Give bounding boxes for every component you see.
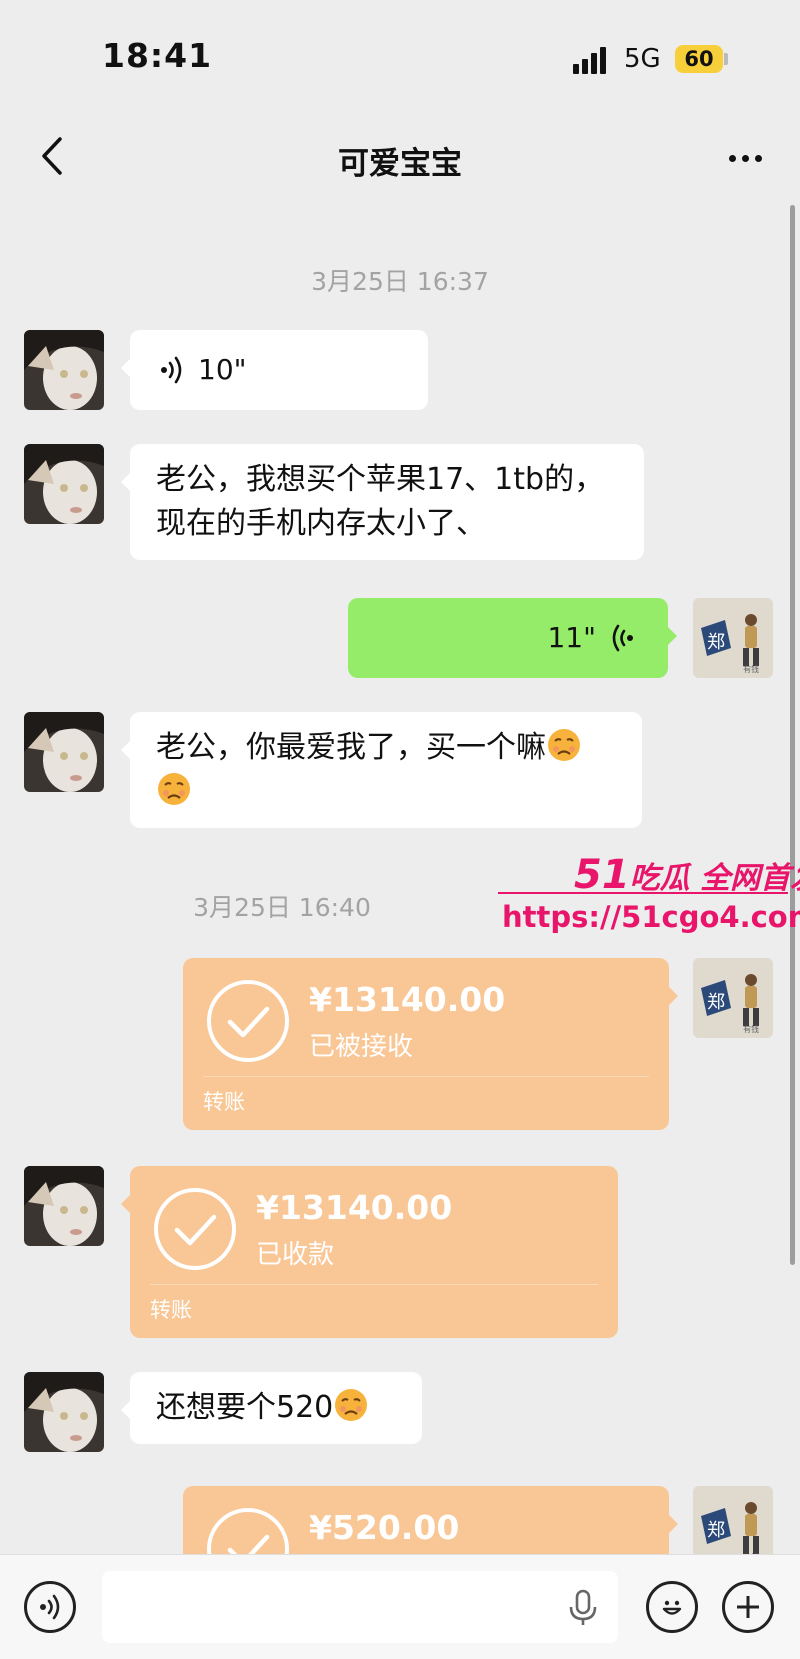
plus-icon [737,1596,759,1618]
svg-text:郑: 郑 [707,1520,725,1541]
text-message[interactable]: 老公，你最爱我了，买一个嘛 [121,712,642,828]
watermark-line [498,892,788,894]
mic-icon[interactable] [568,1589,598,1627]
my-avatar[interactable]: 郑有钱 [693,958,773,1038]
voice-duration: 10" [198,353,247,386]
transfer-amount: ¥13140.00 [256,1188,453,1227]
chat-title: 可爱宝宝 [338,146,462,182]
my-voice-message[interactable]: 11" [348,598,677,678]
my-avatar[interactable]: 郑有钱 [693,598,773,678]
transfer-status: 已收款 [256,1240,335,1270]
message-line: 现在的手机内存太小了、 [156,506,486,541]
voice-input-button[interactable] [24,1581,76,1633]
timestamp: 3月25日 16:37 [311,267,489,296]
divider [150,1284,598,1285]
transfer-card[interactable]: ¥13140.00 已被接收 转账 [183,958,678,1130]
transfer-amount: ¥520.00 [309,1508,460,1547]
friend-avatar[interactable] [24,712,104,792]
transfer-amount: ¥13140.00 [309,980,506,1019]
voice-duration: 11" [547,621,596,654]
status-time: 18:41 [102,36,213,75]
message-line: 还想要个520 [156,1390,334,1425]
pleading-face-emoji-icon [158,773,190,805]
friend-avatar[interactable] [24,1166,104,1246]
status-bar: 18:41 5G 60 [0,0,800,110]
message-input[interactable] [102,1571,618,1643]
plus-button[interactable] [722,1581,774,1633]
text-message[interactable]: 还想要个520 [121,1372,422,1444]
friend-avatar[interactable] [24,444,104,524]
more-dots-icon[interactable] [720,138,770,178]
voice-message[interactable]: 10" [121,330,428,410]
svg-text:有钱: 有钱 [743,1024,759,1034]
scrollbar[interactable] [790,205,795,1265]
emoji-icon [662,1600,682,1615]
svg-text:有钱: 有钱 [743,664,759,674]
friend-avatar[interactable] [24,1372,104,1452]
check-circle-icon [207,980,289,1062]
watermark: 51吃瓜 全网首发 https://51cgo4.com [496,852,800,952]
friend-avatar[interactable] [24,330,104,410]
transfer-label: 转账 [150,1298,192,1322]
emoji-button[interactable] [646,1581,698,1633]
battery-icon: 60 [675,45,723,73]
transfer-card[interactable]: ¥13140.00 已收款 转账 [121,1166,618,1338]
watermark-text: 吃瓜 全网首发 [629,861,800,896]
transfer-label: 转账 [203,1090,245,1114]
pleading-face-emoji-icon [548,729,580,761]
message-line: 老公，我想买个苹果17、1tb的， [156,462,605,497]
svg-text:郑: 郑 [707,632,725,653]
text-message[interactable]: 老公，我想买个苹果17、1tb的， 现在的手机内存太小了、 [121,444,644,560]
battery-tip [724,53,728,65]
watermark-url: https://51cgo4.com [502,900,800,934]
voice-wave-icon [40,1594,60,1620]
signal-icon [573,46,613,74]
pleading-face-emoji-icon [335,1389,368,1421]
check-circle-icon [154,1188,236,1270]
voice-wave-icon [612,624,633,652]
svg-text:郑: 郑 [707,992,725,1013]
message-line: 老公，你最爱我了，买一个嘛 [156,730,546,765]
divider [203,1076,649,1077]
chat-header: 可爱宝宝 [0,110,800,204]
input-bar [0,1554,800,1659]
network-type: 5G [624,44,661,74]
transfer-status: 已被接收 [309,1032,414,1062]
voice-wave-icon [161,356,182,384]
